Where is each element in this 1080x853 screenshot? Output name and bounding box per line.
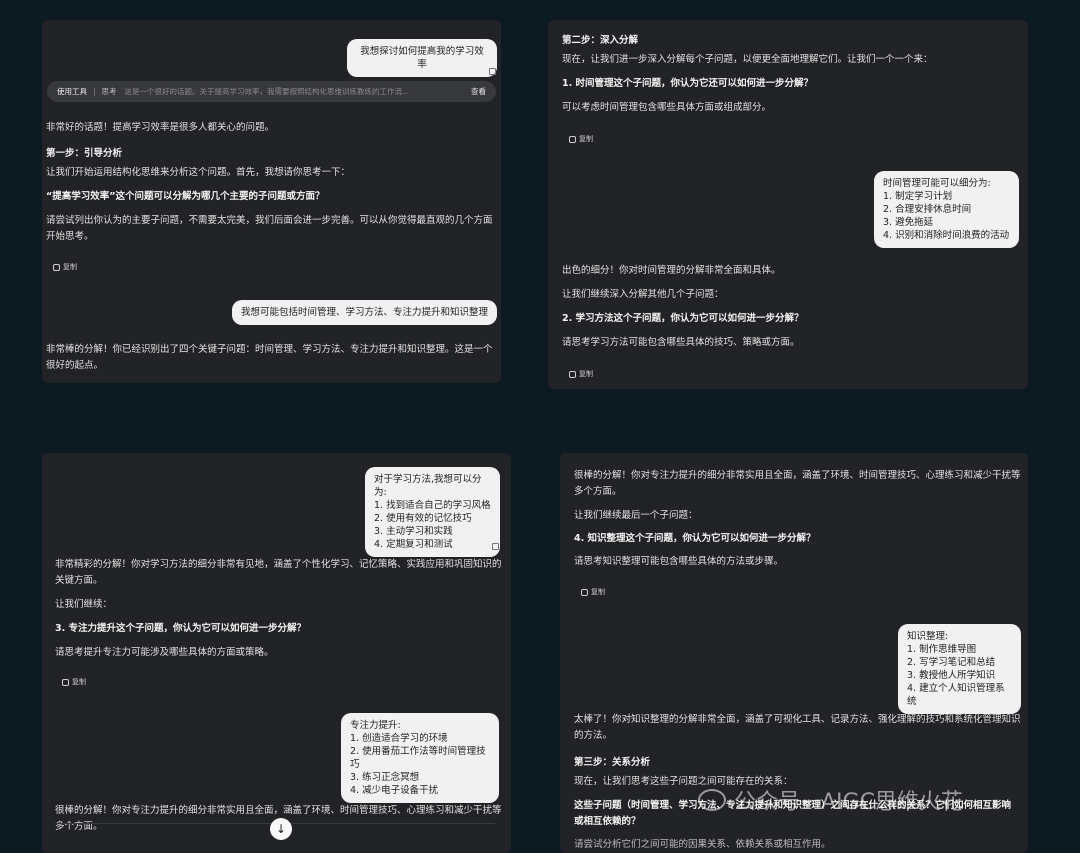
reply-line: 多个方面。: [574, 486, 622, 497]
copy-button[interactable]: 复制: [569, 369, 593, 379]
watermark-text: 公众号 · AIGC思维火花: [734, 790, 963, 815]
watermark: 公众号 · AIGC思维火花: [698, 784, 963, 816]
separator: |: [93, 87, 96, 96]
copy-label: 复制: [579, 135, 593, 143]
reply-line: 请尝试分析它们之间可能的因果关系、依赖关系或相互作用。: [574, 839, 831, 850]
copy-button[interactable]: 复制: [569, 134, 593, 144]
hint-line: 请思考提升专注力可能涉及哪些具体的方面或策略。: [55, 647, 274, 658]
reply-line: 现在，让我们进一步深入分解每个子问题，以便更全面地理解它们。让我们一个一个来：: [562, 54, 933, 65]
copy-icon: [581, 588, 588, 596]
think-preview: 这是一个很好的话题。关于提高学习效率，我需要按照结构化思维训练教练的工作流...: [124, 87, 410, 96]
reply-line: 让我们继续深入分解其他几个子问题：: [562, 289, 724, 300]
tool-usage-bar[interactable]: 使用工具 | 思考 这是一个很好的话题。关于提高学习效率，我需要按照结构化思维训…: [47, 81, 496, 102]
user-message: 知识整理: 1. 制作思维导图 2. 写学习笔记和总结 3. 教授他人所学知识 …: [898, 624, 1021, 714]
reply-line: 出色的细分！你对时间管理的分解非常全面和具体。: [562, 265, 781, 276]
chat-panel-3: 对于学习方法,我想可以分为: 1. 找到适合自己的学习风格 2. 使用有效的记忆…: [42, 453, 511, 853]
hint-line: 可以考虑时间管理包含哪些具体方面或组成部分。: [562, 102, 772, 113]
copy-button[interactable]: 复制: [53, 262, 77, 272]
step-title: 第三步：关系分析: [574, 757, 651, 768]
chat-panel-2: 第二步：深入分解 现在，让我们进一步深入分解每个子问题，以便更全面地理解它们。让…: [548, 20, 1028, 389]
hint-line: 请思考学习方法可能包含哪些具体的技巧、策略或方面。: [562, 337, 800, 348]
user-message: 时间管理可能可以细分为: 1. 制定学习计划 2. 合理安排休息时间 3. 避免…: [874, 171, 1019, 248]
user-message: 我想可能包括时间管理、学习方法、专注力提升和知识整理: [232, 300, 497, 325]
hint-line: 请尝试列出你认为的主要子问题，不需要太完美，我们后面会进一步完善。可以从你觉得最…: [46, 215, 493, 226]
reply-line: 让我们继续最后一个子问题：: [574, 510, 698, 521]
reply-line: 的方法。: [574, 730, 613, 741]
chat-panel-1: 我想探讨如何提高我的学习效率 使用工具 | 思考 这是一个很好的话题。关于提高学…: [42, 20, 501, 383]
question-text: 或相互依赖的？: [574, 816, 641, 827]
edit-icon[interactable]: [492, 543, 499, 550]
reply-line: 非常精彩的分解！你对学习方法的细分非常有见地，涵盖了个性化学习、记忆策略、实践应…: [55, 559, 502, 570]
reply-line: 多个方面。: [55, 821, 103, 832]
reply-line: 非常棒的分解！你已经识别出了四个关键子问题：时间管理、学习方法、专注力提升和知识…: [46, 344, 493, 355]
wechat-icon: [698, 789, 726, 811]
step-title: 第二步：深入分解: [562, 35, 639, 46]
question-text: 1. 时间管理这个子问题，你认为它还可以如何进一步分解？: [562, 78, 814, 89]
copy-label: 复制: [579, 370, 593, 378]
user-message: 专注力提升: 1. 创造适合学习的环境 2. 使用番茄工作法等时间管理技巧 3.…: [341, 713, 499, 803]
question-text: 4. 知识整理这个子问题，你认为它可以如何进一步分解？: [574, 533, 816, 544]
reply-line: 很棒的分解！你对专注力提升的细分非常实用且全面，涵盖了环境、时间管理技巧、心理练…: [55, 805, 502, 816]
copy-button[interactable]: 复制: [62, 677, 86, 687]
hint-line: 开始思考。: [46, 231, 94, 242]
reply-line: 太棒了！你对知识整理的分解非常全面，涵盖了可视化工具、记录方法、强化理解的技巧和…: [574, 714, 1021, 725]
copy-icon: [53, 263, 60, 271]
copy-label: 复制: [591, 588, 605, 596]
edit-icon[interactable]: [489, 68, 496, 75]
view-button[interactable]: 查看: [471, 86, 486, 97]
step-title: 第一步：引导分析: [46, 148, 123, 159]
reply-line: 关键方面。: [55, 575, 103, 586]
reply-line: 让我们继续：: [55, 599, 113, 610]
copy-label: 复制: [72, 678, 86, 686]
reply-line: 很棒的分解！你对专注力提升的细分非常实用且全面，涵盖了环境、时间管理技巧、心理练…: [574, 470, 1021, 481]
copy-button[interactable]: 复制: [581, 587, 605, 597]
copy-icon: [569, 135, 576, 143]
question-text: 3. 专注力提升这个子问题，你认为它可以如何进一步分解？: [55, 623, 307, 634]
question-text: 2. 学习方法这个子问题，你认为它可以如何进一步分解？: [562, 313, 804, 324]
user-message: 对于学习方法,我想可以分为: 1. 找到适合自己的学习风格 2. 使用有效的记忆…: [365, 467, 500, 557]
copy-icon: [62, 678, 69, 686]
question-text: “提高学习效率”这个问题可以分解为哪几个主要的子问题或方面？: [46, 191, 325, 202]
reply-line: 很好的起点。: [46, 360, 104, 371]
reply-line: 让我们开始运用结构化思维来分析这个问题。首先，我想请你思考一下：: [46, 167, 351, 178]
hint-line: 请思考知识整理可能包含哪些具体的方法或步骤。: [574, 556, 784, 567]
user-message: 我想探讨如何提高我的学习效率: [347, 39, 497, 77]
tool-usage-label: 使用工具: [57, 87, 87, 96]
arrow-down-icon[interactable]: ↓: [270, 818, 292, 840]
copy-label: 复制: [63, 263, 77, 271]
think-label: 思考: [101, 87, 117, 96]
reply-intro: 非常好的话题！提高学习效率是很多人都关心的问题。: [46, 122, 275, 133]
copy-icon: [569, 370, 576, 378]
